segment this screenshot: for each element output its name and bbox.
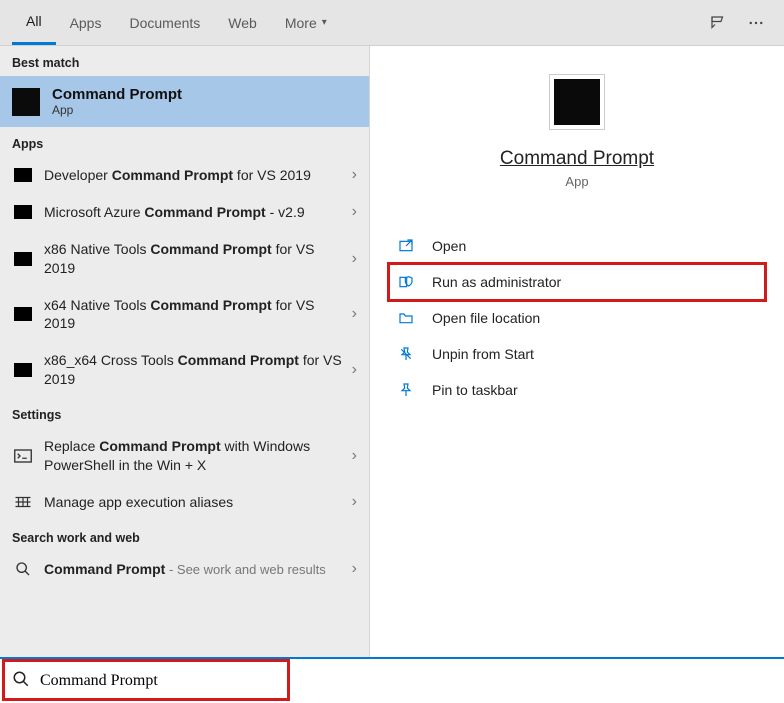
action-open[interactable]: Open [390,229,764,263]
preview-title[interactable]: Command Prompt [500,148,654,170]
tab-documents[interactable]: Documents [115,0,214,45]
console-icon [14,307,32,321]
chevron-right-icon[interactable]: › [352,166,357,184]
action-open-file-location[interactable]: Open file location [390,301,764,335]
console-icon [14,363,32,377]
chevron-right-icon[interactable]: › [352,447,357,465]
best-match-result[interactable]: Command Prompt App [0,76,369,127]
section-settings: Settings [0,398,369,428]
settings-result[interactable]: Replace Command Prompt with Windows Powe… [0,428,369,484]
tab-more[interactable]: More▾ [271,0,341,45]
preview-panel: Command Prompt App Open Run as administr… [370,46,784,657]
more-options-icon[interactable] [740,7,772,39]
command-prompt-tile-icon [12,88,40,116]
search-icon [12,670,30,693]
best-match-title: Command Prompt [52,86,182,103]
app-result[interactable]: Developer Command Prompt for VS 2019 › [0,157,369,194]
unpin-icon [396,344,416,364]
terminal-icon [12,447,34,465]
preview-app-icon [549,74,605,130]
search-input[interactable] [40,672,270,690]
tab-all[interactable]: All [12,0,56,45]
best-match-subtitle: App [52,103,182,117]
shield-icon [396,272,416,292]
section-best-match: Best match [0,46,369,76]
chevron-right-icon[interactable]: › [352,361,357,379]
folder-icon [396,308,416,328]
action-pin-to-taskbar[interactable]: Pin to taskbar [390,373,764,407]
chevron-right-icon[interactable]: › [352,560,357,578]
chevron-right-icon[interactable]: › [352,250,357,268]
tab-web[interactable]: Web [214,0,271,45]
chevron-right-icon[interactable]: › [352,493,357,511]
search-icon [12,560,34,578]
action-run-as-administrator[interactable]: Run as administrator [387,262,767,302]
filter-tabs: All Apps Documents Web More▾ [0,0,784,46]
app-result[interactable]: x86 Native Tools Command Prompt for VS 2… [0,231,369,287]
chevron-down-icon: ▾ [322,17,327,28]
console-icon [14,252,32,266]
feedback-icon[interactable] [702,7,734,39]
chevron-right-icon[interactable]: › [352,305,357,323]
web-result[interactable]: Command Prompt - See work and web result… [0,551,369,588]
section-apps: Apps [0,127,369,157]
console-icon [14,168,32,182]
settings-result[interactable]: Manage app execution aliases › [0,484,369,521]
action-unpin-from-start[interactable]: Unpin from Start [390,337,764,371]
open-icon [396,236,416,256]
search-bar [0,657,784,703]
tab-apps[interactable]: Apps [56,0,116,45]
chevron-right-icon[interactable]: › [352,203,357,221]
preview-subtitle: App [565,174,588,189]
app-result[interactable]: x64 Native Tools Command Prompt for VS 2… [0,287,369,343]
app-result[interactable]: Microsoft Azure Command Prompt - v2.9 › [0,194,369,231]
pin-icon [396,380,416,400]
aliases-icon [12,493,34,511]
console-icon [14,205,32,219]
app-result[interactable]: x86_x64 Cross Tools Command Prompt for V… [0,342,369,398]
results-panel: Best match Command Prompt App Apps Devel… [0,46,370,657]
section-web: Search work and web [0,521,369,551]
